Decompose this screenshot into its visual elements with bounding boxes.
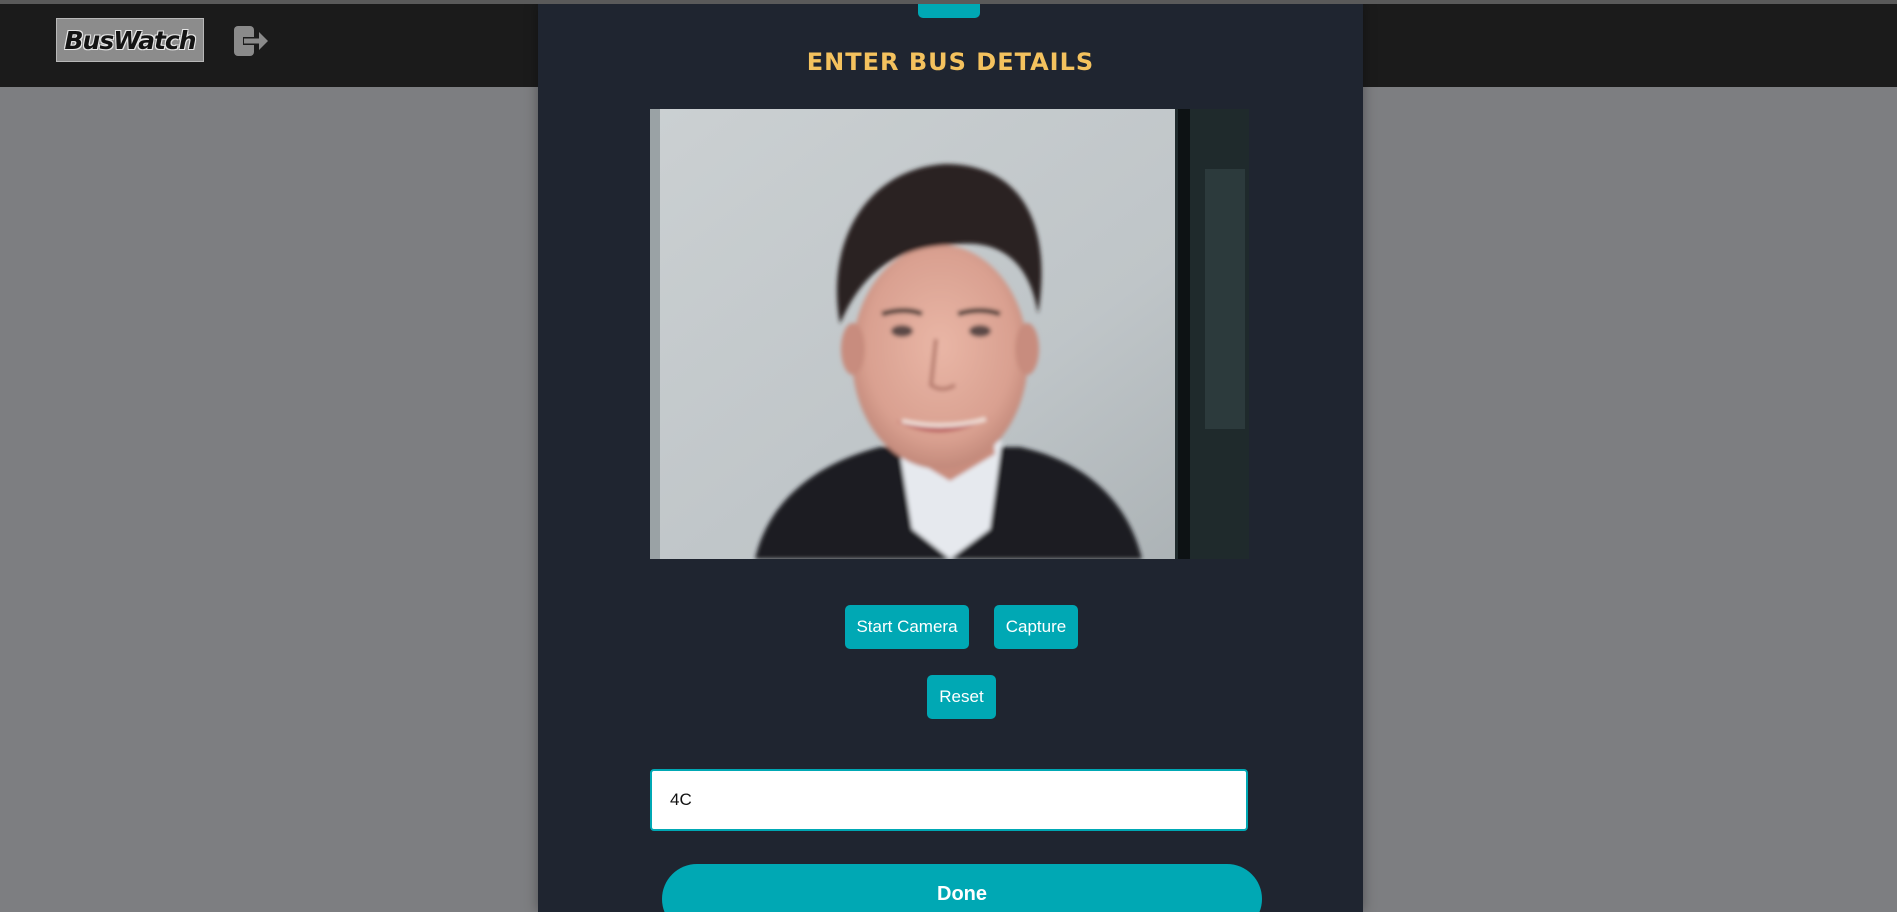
done-button[interactable]: Done: [662, 864, 1262, 912]
bus-number-input[interactable]: [650, 769, 1248, 831]
start-camera-button[interactable]: Start Camera: [845, 605, 969, 649]
reset-button[interactable]: Reset: [927, 675, 996, 719]
bus-details-modal: ENTER BUS DETAILS Start Camera Capture R…: [538, 4, 1363, 912]
modal-title: ENTER BUS DETAILS: [806, 48, 1095, 76]
camera-preview-image: [650, 109, 1249, 559]
logout-icon: [234, 26, 268, 56]
window-top-border: [0, 0, 1897, 4]
capture-button[interactable]: Capture: [994, 605, 1078, 649]
logout-button[interactable]: [230, 22, 272, 60]
buswatch-logo[interactable]: BusWatch: [56, 18, 204, 62]
modal-top-tab: [918, 4, 980, 18]
